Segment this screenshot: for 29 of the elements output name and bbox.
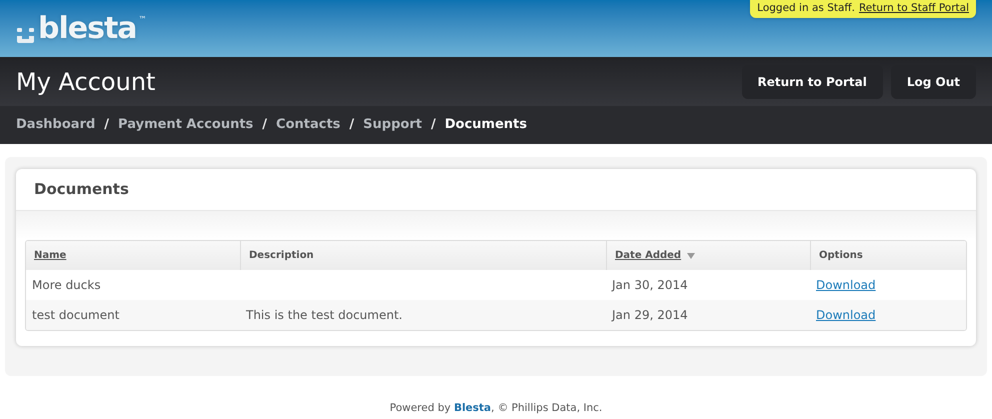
column-header[interactable]: Date Added: [615, 248, 682, 263]
breadcrumb-separator: /: [348, 116, 356, 134]
logo-text: blesta: [38, 14, 137, 44]
staff-notice-text: Logged in as Staff.: [757, 1, 855, 16]
table-cell: This is the test document.: [246, 308, 402, 322]
footer-text: Powered by Blesta, © Phillips Data, Inc.: [390, 402, 602, 414]
breadcrumb-separator: /: [261, 116, 268, 134]
download-link[interactable]: Download: [816, 278, 876, 292]
page-title: My Account: [16, 66, 156, 98]
table-cell: Jan 29, 2014: [612, 308, 688, 322]
breadcrumb-link[interactable]: Payment Accounts: [118, 115, 254, 135]
table-cell: More ducks: [32, 278, 101, 292]
breadcrumb-separator: /: [103, 116, 110, 134]
trademark-mark: ™: [138, 14, 147, 26]
breadcrumb-link[interactable]: Contacts: [276, 115, 340, 135]
table-cell: Jan 30, 2014: [612, 278, 688, 292]
breadcrumb-link[interactable]: Documents: [444, 115, 527, 135]
breadcrumb-separator: /: [430, 116, 437, 134]
column-header: Options: [819, 249, 863, 263]
column-header: Description: [249, 249, 314, 263]
smiley-logo-icon: [16, 26, 36, 44]
table-cell: test document: [32, 308, 120, 322]
breadcrumb-link[interactable]: Dashboard: [16, 115, 96, 135]
panel-title: Documents: [34, 179, 129, 200]
download-link[interactable]: Download: [816, 308, 876, 322]
breadcrumb-link[interactable]: Support: [363, 115, 422, 135]
blesta-link[interactable]: Blesta: [454, 402, 492, 414]
staff-portal-link[interactable]: Return to Staff Portal: [858, 1, 969, 17]
column-header[interactable]: Name: [34, 248, 66, 263]
